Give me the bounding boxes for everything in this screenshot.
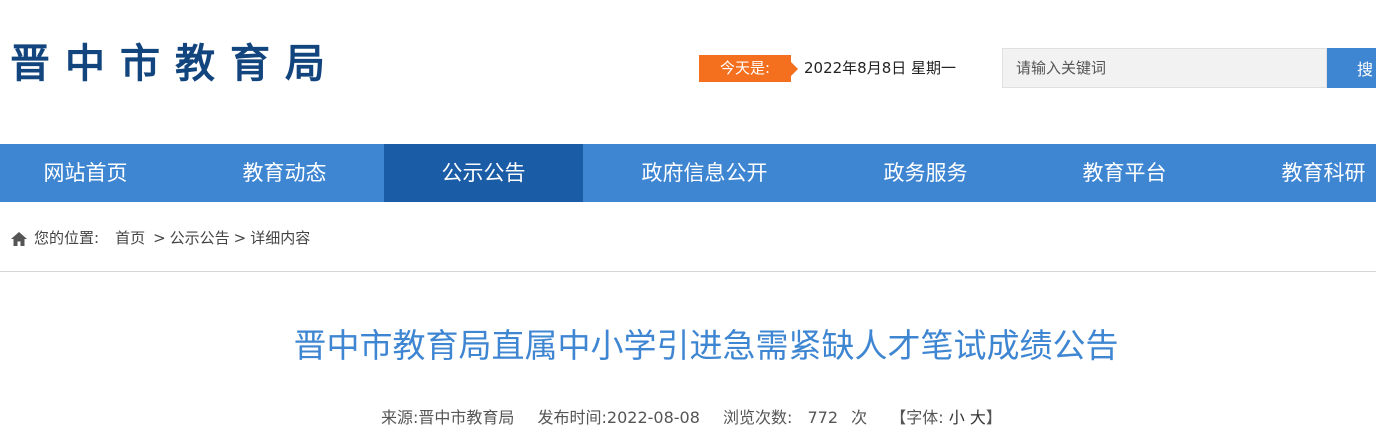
font-size-close: 】 [985,408,1002,427]
today-date: 2022年8月8日 星期一 [804,59,957,77]
nav-item-announcements[interactable]: 公示公告 [384,144,583,202]
breadcrumb-section-link[interactable]: 公示公告 [170,226,230,250]
breadcrumb-current: 详细内容 [250,229,311,247]
font-large-button[interactable]: 大 [970,406,986,430]
breadcrumb-divider [0,271,1376,272]
nav-item-education-news[interactable]: 教育动态 [185,144,384,202]
font-size-label: 【字体: [890,408,944,427]
nav-item-home[interactable]: 网站首页 [0,144,185,202]
breadcrumb-prefix: 您的位置: [34,229,100,247]
nav-item-gov-info[interactable]: 政府信息公开 [605,144,804,202]
search-input[interactable] [1002,48,1327,88]
publish-label: 发布时间: [537,408,607,427]
font-small-button[interactable]: 小 [949,406,965,430]
nav-item-edu-platform[interactable]: 教育平台 [1025,144,1224,202]
today-badge: 今天是: [699,55,798,82]
views-count: 772 [807,408,839,427]
nav-item-edu-research[interactable]: 教育科研 [1224,144,1376,202]
nav-item-gov-services[interactable]: 政务服务 [826,144,1025,202]
article-meta: 来源:晋中市教育局 发布时间:2022-08-08 浏览次数: 772 次 【字… [381,406,1002,430]
views-unit: 次 [851,408,868,427]
breadcrumb-separator: > [233,229,247,247]
home-icon [10,230,28,246]
breadcrumb-separator: > [153,229,166,247]
article-title: 晋中市教育局直属中小学引进急需紧缺人才笔试成绩公告 [293,326,1119,365]
views-label: 浏览次数: [723,408,793,427]
source-value: 晋中市教育局 [418,408,515,427]
publish-date: 2022-08-08 [606,408,700,427]
main-nav: 网站首页 教育动态 公示公告 政府信息公开 政务服务 教育平台 教育科研 [0,144,1376,202]
breadcrumb: 您的位置: 首页 > 公示公告 > 详细内容 [10,226,310,250]
breadcrumb-home-link[interactable]: 首页 [115,226,145,250]
site-logo[interactable]: 晋中市教育局 [10,40,340,88]
search-button[interactable]: 搜 [1327,48,1376,88]
source-label: 来源: [381,408,419,427]
